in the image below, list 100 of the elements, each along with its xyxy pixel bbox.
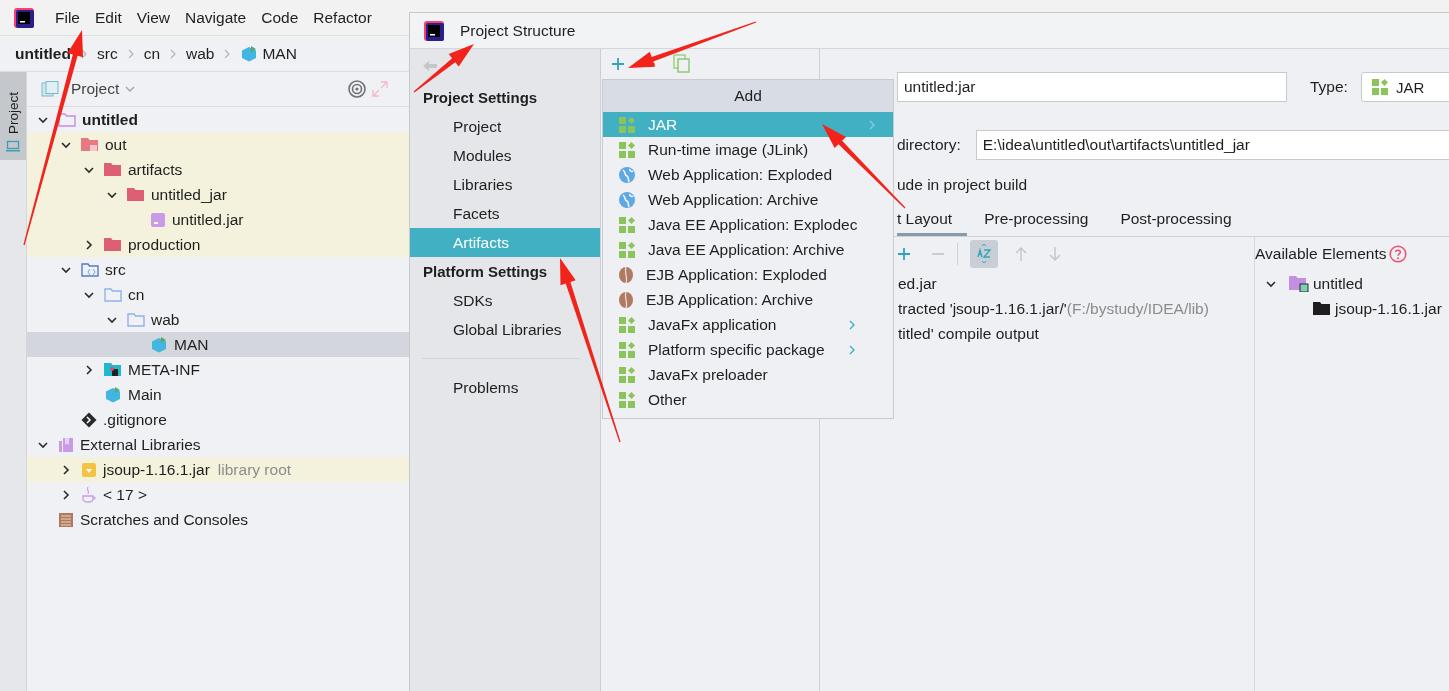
breadcrumb-item[interactable]: src [96,44,118,63]
tree-label: untitled [82,110,138,129]
folder-icon [104,287,122,302]
tree-label: untitled.jar [172,210,244,229]
menu-item[interactable]: Refactor [313,8,372,27]
menu-item[interactable]: View [136,8,171,27]
menu-item[interactable]: Java EE Application: Explodec [603,212,893,237]
blocks-icon [619,116,635,133]
chevron-icon[interactable] [60,488,72,501]
name-field[interactable]: untitled:jar [897,72,1287,102]
menu-item[interactable]: Platform specific package [603,337,893,362]
nav-item[interactable]: Modules [410,141,600,170]
tree-row[interactable]: cn [27,282,410,307]
menu-item[interactable]: Run-time image (JLink) [603,137,893,162]
globe-icon [619,166,635,183]
tree-row[interactable]: untitled_jar [27,182,410,207]
menu-item[interactable]: Navigate [185,8,247,27]
menu-item[interactable]: File [55,8,80,27]
tree-row[interactable]: src [27,257,410,282]
menu-item[interactable]: JavaFx preloader [603,362,893,387]
tree-label: out [105,135,127,154]
breadcrumb-item[interactable]: wab [186,44,215,63]
tree-row[interactable]: MAN [27,332,410,357]
blocks-icon [619,341,635,358]
breadcrumb-item[interactable]: MAN [240,44,297,63]
menu-item[interactable]: JavaFx application [603,312,893,337]
tree-row[interactable]: Scratches and Consoles [27,507,410,532]
jar-file-icon [150,211,166,228]
chevron-icon[interactable] [60,463,72,476]
tree-row[interactable]: External Libraries [27,432,410,457]
blocks-icon [619,141,635,158]
menu-item[interactable]: EJB Application: Archive [603,287,893,312]
help-icon[interactable] [1388,245,1407,263]
chevron-icon [127,48,134,59]
menu-item[interactable]: Other [603,387,893,412]
blocks-icon [619,316,635,333]
checkbox-label[interactable]: ude in project build [897,176,1028,194]
nav-item[interactable]: Project [410,112,600,141]
jar-file-icon [81,461,97,478]
menu-item[interactable]: Code [261,8,299,27]
tree-label: untitled_jar [151,185,227,204]
tree-label: wab [151,310,180,329]
tab[interactable]: t Layout [897,205,968,236]
panel-title[interactable]: Project [71,80,120,98]
chevron-icon[interactable] [83,363,95,376]
tree-row[interactable]: jsoup-1.16.1.jar [1255,296,1449,321]
menu-item[interactable]: EJB Application: Exploded [603,262,893,287]
panel-title: Available Elements [1255,245,1387,263]
cube-icon [150,335,168,354]
folder-icon [81,137,99,152]
chevron-icon[interactable] [83,238,95,251]
tree-row[interactable]: META-INF [27,357,410,382]
nav-item[interactable]: Global Libraries [410,315,600,344]
add-icon[interactable] [897,247,911,261]
menu-item[interactable]: Java EE Application: Archive [603,237,893,262]
menu-item[interactable]: Edit [95,8,122,27]
directory-label: directory: [897,136,961,154]
tree-row[interactable]: .gitignore [27,407,410,432]
tree-row[interactable]: out [27,132,410,157]
tree-label: src [105,260,126,279]
blocks-icon [619,241,635,258]
breadcrumb-item[interactable]: untitled [15,44,71,63]
tree-label: External Libraries [80,435,201,454]
menu-item[interactable]: Web Application: Archive [603,187,893,212]
type-dropdown[interactable]: JAR [1360,72,1449,102]
tree-row[interactable]: untitled.jar [27,207,410,232]
tree-row[interactable]: wab [27,307,410,332]
tree-label: < 17 > [103,485,147,504]
tab[interactable]: Pre-processing [969,205,1104,236]
scratches-icon [58,511,74,528]
coffee-cup-icon [81,485,97,504]
breadcrumb-item[interactable]: cn [143,44,160,63]
tree-row[interactable]: artifacts [27,157,410,182]
tree-row[interactable]: untitled [27,107,410,132]
menu-item[interactable]: Web Application: Exploded [603,162,893,187]
tree-row[interactable]: < 17 > [27,482,410,507]
nav-item[interactable]: Libraries [410,170,600,199]
tree-row[interactable]: untitled [1255,271,1449,296]
tree-label: MAN [174,335,209,354]
tree-row[interactable]: production [27,232,410,257]
nav-item[interactable]: Facets [410,199,600,228]
tree-label: .gitignore [103,410,167,429]
nav-item[interactable]: Problems [410,373,600,402]
folder-icon [1289,275,1309,292]
blocks-icon [619,391,635,408]
tree-row[interactable]: Main [27,382,410,407]
library-icon [58,436,74,453]
blocks-icon [619,216,635,233]
tab[interactable]: Post-processing [1105,205,1247,236]
tree-label: META-INF [128,360,201,379]
project-tool-tab[interactable]: Project [0,72,26,160]
output-directory-field[interactable]: E:\idea\untitled\out\artifacts\untitled_jar [975,130,1449,160]
blocks-icon [619,366,635,383]
tree-note: library root [217,460,292,479]
target-icon[interactable] [348,80,366,98]
tree-row[interactable]: jsoup-1.16.1.jar library root [27,457,410,482]
add-icon[interactable] [611,57,625,71]
folder-icon [104,362,122,377]
section-heading: Project Settings [422,88,539,108]
nav-item[interactable]: SDKs [410,286,600,315]
